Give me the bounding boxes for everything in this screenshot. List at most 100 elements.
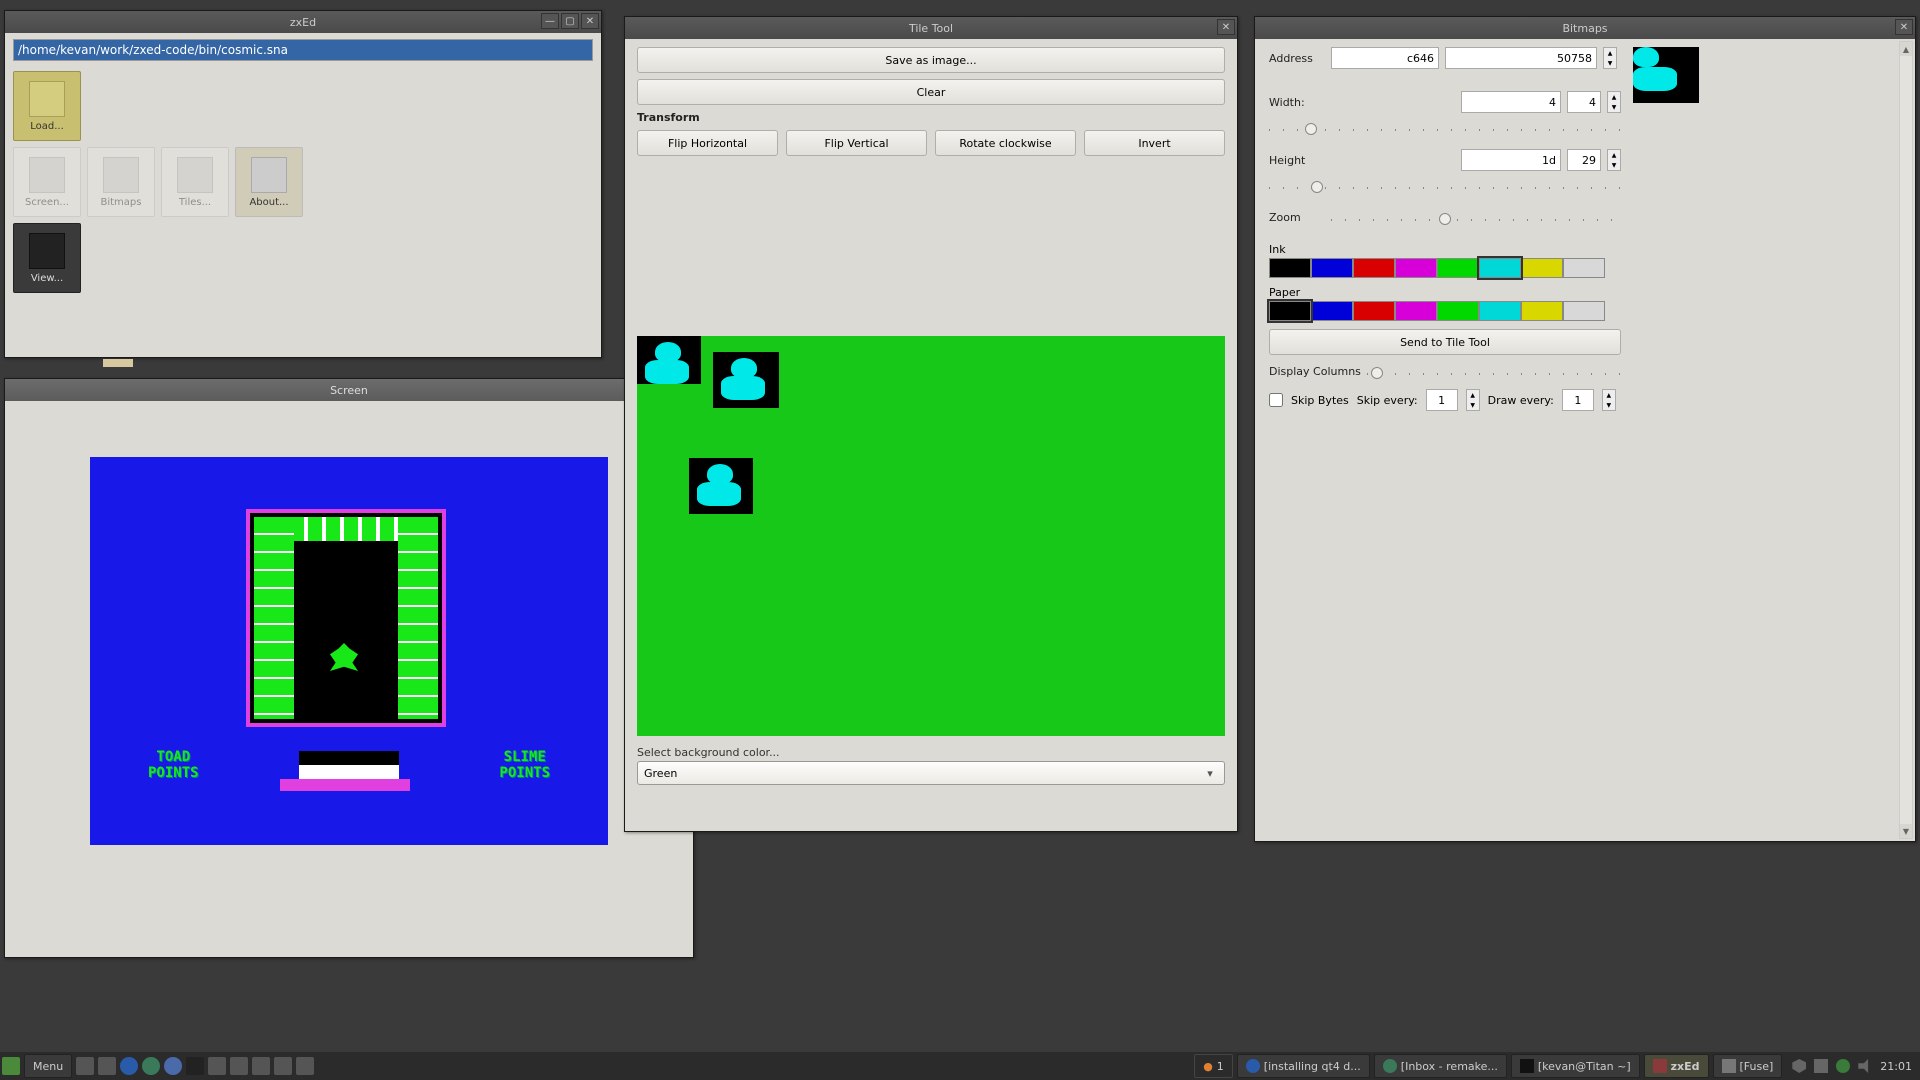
address-spinner[interactable]: ▲▼ <box>1603 47 1617 69</box>
network-icon[interactable] <box>1814 1059 1828 1073</box>
paper-swatch-yellow[interactable] <box>1521 301 1563 321</box>
show-desktop-icon[interactable] <box>296 1057 314 1075</box>
height-slider[interactable] <box>1269 175 1621 195</box>
height-dec-input[interactable] <box>1567 149 1601 171</box>
view-tool[interactable]: View... <box>13 223 81 293</box>
clear-button[interactable]: Clear <box>637 79 1225 105</box>
width-slider[interactable] <box>1269 117 1621 137</box>
bitmaps-tool[interactable]: Bitmaps <box>87 147 155 217</box>
start-menu-icon[interactable] <box>2 1057 20 1075</box>
paper-swatch-white[interactable] <box>1563 301 1605 321</box>
taskbar-task[interactable]: [Fuse] <box>1713 1054 1783 1078</box>
draw-every-input[interactable] <box>1562 389 1594 411</box>
globe-launcher-icon[interactable] <box>142 1057 160 1075</box>
paper-swatch-magenta[interactable] <box>1395 301 1437 321</box>
text-launcher-icon[interactable] <box>208 1057 226 1075</box>
width-dec-input[interactable] <box>1567 91 1601 113</box>
workspace-indicator[interactable]: ●1 <box>1194 1054 1233 1078</box>
zxed-titlebar[interactable]: zxEd — ▢ ✕ <box>5 11 601 33</box>
ink-swatch-white[interactable] <box>1563 258 1605 278</box>
bitmaps-window: Bitmaps ✕ Address ▲▼ Width: ▲▼ Height <box>1254 16 1916 842</box>
tile-sprite[interactable] <box>689 458 753 514</box>
screen-label: Screen... <box>25 197 69 208</box>
ink-swatch-blue[interactable] <box>1311 258 1353 278</box>
ink-swatch-magenta[interactable] <box>1395 258 1437 278</box>
ink-swatch-yellow[interactable] <box>1521 258 1563 278</box>
tiles-icon <box>177 157 213 193</box>
updates-icon[interactable] <box>1836 1059 1850 1073</box>
ink-swatch-cyan[interactable] <box>1479 258 1521 278</box>
skip-every-input[interactable] <box>1426 389 1458 411</box>
about-tool[interactable]: About... <box>235 147 303 217</box>
tile-sprite[interactable] <box>713 352 779 408</box>
bitmaps-scrollbar[interactable]: ▲ ▼ <box>1899 41 1913 839</box>
scroll-up-icon[interactable]: ▲ <box>1900 42 1912 56</box>
address-hex-input[interactable] <box>1331 47 1439 69</box>
app-icon <box>1653 1059 1667 1073</box>
close-button[interactable]: ✕ <box>581 13 599 29</box>
calc-launcher-icon[interactable] <box>252 1057 270 1075</box>
paper-swatch-blue[interactable] <box>1311 301 1353 321</box>
minimize-button[interactable]: — <box>541 13 559 29</box>
doc-launcher-icon[interactable] <box>230 1057 248 1075</box>
files-launcher-icon[interactable] <box>76 1057 94 1075</box>
save-as-image-button[interactable]: Save as image... <box>637 47 1225 73</box>
flip-vertical-button[interactable]: Flip Vertical <box>786 130 927 156</box>
bg-color-label: Select background color... <box>637 746 1225 759</box>
shield-icon[interactable] <box>1792 1059 1806 1073</box>
rotate-clockwise-button[interactable]: Rotate clockwise <box>935 130 1076 156</box>
scroll-down-icon[interactable]: ▼ <box>1900 824 1912 838</box>
load-tool[interactable]: Load... <box>13 71 81 141</box>
hud-sprite <box>299 751 399 779</box>
paper-swatch-red[interactable] <box>1353 301 1395 321</box>
terminal-launcher-icon[interactable] <box>186 1057 204 1075</box>
tile-tool-titlebar[interactable]: Tile Tool ✕ <box>625 17 1237 39</box>
taskbar-task[interactable]: [kevan@Titan ~] <box>1511 1054 1640 1078</box>
width-spinner[interactable]: ▲▼ <box>1607 91 1621 113</box>
tile-sprite[interactable] <box>637 336 701 384</box>
game-border-right <box>398 517 438 719</box>
height-hex-input[interactable] <box>1461 149 1561 171</box>
height-spinner[interactable]: ▲▼ <box>1607 149 1621 171</box>
flip-horizontal-button[interactable]: Flip Horizontal <box>637 130 778 156</box>
tile-canvas[interactable] <box>637 336 1225 736</box>
width-hex-input[interactable] <box>1461 91 1561 113</box>
ink-swatch-red[interactable] <box>1353 258 1395 278</box>
ink-swatch-green[interactable] <box>1437 258 1479 278</box>
chat-launcher-icon[interactable] <box>164 1057 182 1075</box>
skip-every-spinner[interactable]: ▲▼ <box>1466 389 1480 411</box>
ink-swatch-black[interactable] <box>1269 258 1311 278</box>
system-tray: 21:01 <box>1784 1059 1920 1073</box>
paper-swatch-black[interactable] <box>1269 301 1311 321</box>
close-button[interactable]: ✕ <box>1895 19 1913 35</box>
app-launcher-icon[interactable] <box>274 1057 292 1075</box>
screen-tool[interactable]: Screen... <box>13 147 81 217</box>
clock[interactable]: 21:01 <box>1880 1060 1912 1073</box>
draw-every-spinner[interactable]: ▲▼ <box>1602 389 1616 411</box>
address-dec-input[interactable] <box>1445 47 1597 69</box>
skip-bytes-checkbox[interactable] <box>1269 393 1283 407</box>
taskbar-task[interactable]: [installing qt4 d... <box>1237 1054 1370 1078</box>
display-columns-slider[interactable] <box>1367 361 1621 381</box>
menu-button[interactable]: Menu <box>24 1054 72 1078</box>
paper-swatch-green[interactable] <box>1437 301 1479 321</box>
maximize-button[interactable]: ▢ <box>561 13 579 29</box>
tiles-tool[interactable]: Tiles... <box>161 147 229 217</box>
bg-color-select[interactable]: Green ▾ <box>637 761 1225 785</box>
send-to-tile-tool-button[interactable]: Send to Tile Tool <box>1269 329 1621 355</box>
paper-swatch-cyan[interactable] <box>1479 301 1521 321</box>
view-icon <box>29 233 65 269</box>
close-button[interactable]: ✕ <box>1217 19 1235 35</box>
bitmap-preview[interactable] <box>1633 47 1699 103</box>
browser-launcher-icon[interactable] <box>120 1057 138 1075</box>
screen-titlebar[interactable]: Screen <box>5 379 693 401</box>
zoom-slider[interactable] <box>1331 207 1621 227</box>
files2-launcher-icon[interactable] <box>98 1057 116 1075</box>
invert-button[interactable]: Invert <box>1084 130 1225 156</box>
taskbar-task[interactable]: [Inbox - remake... <box>1374 1054 1507 1078</box>
taskbar-task[interactable]: zxEd <box>1644 1054 1709 1078</box>
bitmaps-titlebar[interactable]: Bitmaps ✕ <box>1255 17 1915 39</box>
volume-icon[interactable] <box>1858 1059 1872 1073</box>
file-path-input[interactable] <box>13 39 593 61</box>
screen-title: Screen <box>330 384 368 397</box>
